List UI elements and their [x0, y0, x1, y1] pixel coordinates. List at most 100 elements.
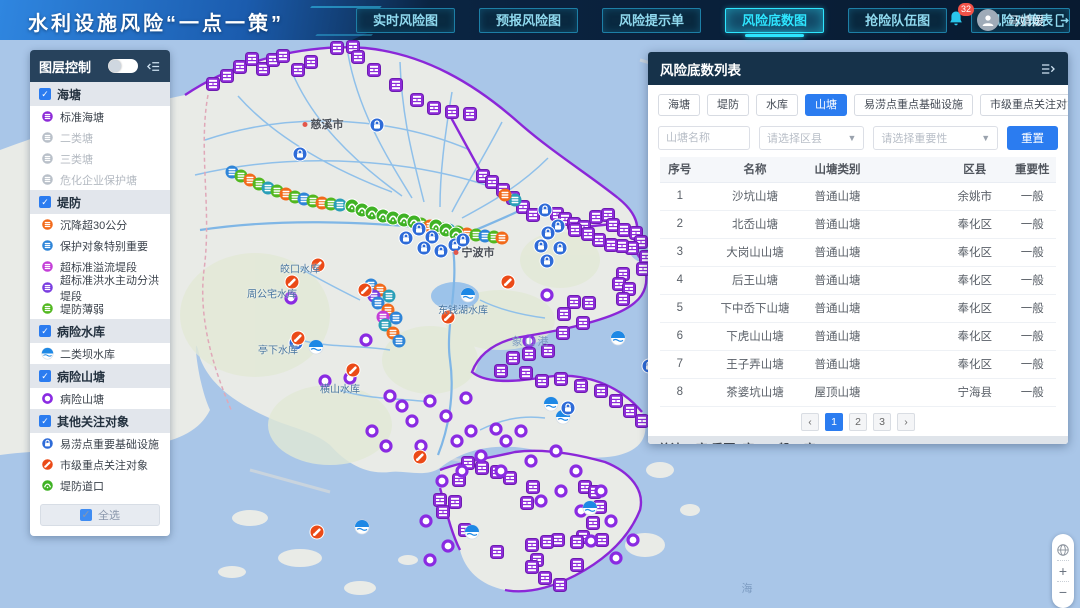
seawall-marker[interactable]	[539, 572, 552, 585]
city-focus-marker[interactable]	[310, 525, 324, 539]
pond-marker[interactable]	[551, 446, 561, 456]
seawall-marker[interactable]	[437, 506, 450, 519]
table-row[interactable]: 2北岙山塘普通山塘奉化区一般	[660, 210, 1056, 238]
pond-marker[interactable]	[416, 441, 426, 451]
pond-marker[interactable]	[320, 376, 330, 386]
layer-section-header[interactable]: ✓ 病险山塘	[30, 364, 170, 388]
reservoir-marker[interactable]	[544, 397, 558, 411]
zoom-in-button[interactable]: +	[1052, 561, 1074, 581]
reservoir-marker[interactable]	[583, 501, 597, 515]
checkbox-checked[interactable]: ✓	[39, 370, 51, 382]
city-focus-marker[interactable]	[413, 450, 427, 464]
seawall-marker[interactable]	[521, 497, 534, 510]
reservoir-marker[interactable]	[309, 340, 323, 354]
flood-point-marker[interactable]	[541, 226, 555, 240]
pond-marker[interactable]	[441, 411, 451, 421]
seawall-marker[interactable]	[331, 42, 344, 55]
layer-section-header[interactable]: ✓ 病险水库	[30, 319, 170, 343]
seawall-marker[interactable]	[520, 367, 533, 380]
seawall-marker[interactable]	[582, 228, 595, 241]
seawall-marker[interactable]	[234, 61, 247, 74]
importance-select[interactable]: 请选择重要性▼	[873, 126, 998, 150]
seawall-marker[interactable]	[541, 536, 554, 549]
seawall-marker[interactable]	[305, 56, 318, 69]
seawall-marker[interactable]	[571, 536, 584, 549]
seawall-marker[interactable]	[527, 481, 540, 494]
pond-marker[interactable]	[606, 516, 616, 526]
district-select[interactable]: 请选择区县▼	[759, 126, 864, 150]
layer-item[interactable]: 易涝点重要基础设施	[30, 433, 170, 454]
pond-marker[interactable]	[536, 496, 546, 506]
checkbox-checked[interactable]: ✓	[39, 415, 51, 427]
pond-marker[interactable]	[516, 426, 526, 436]
reservoir-marker[interactable]	[461, 288, 475, 302]
layer-item[interactable]: 堤防道口	[30, 475, 170, 496]
pond-marker[interactable]	[397, 401, 407, 411]
tab-水库[interactable]: 水库	[756, 94, 798, 116]
seawall-marker[interactable]	[605, 239, 618, 252]
flood-point-marker[interactable]	[417, 241, 431, 255]
nav-tab[interactable]: 风险提示单	[602, 8, 701, 33]
reservoir-marker[interactable]	[355, 520, 369, 534]
flood-point-marker[interactable]	[293, 147, 307, 161]
city-focus-marker[interactable]	[441, 310, 455, 324]
table-row[interactable]: 1沙坑山塘普通山塘余姚市一般	[660, 182, 1056, 210]
flood-point-marker[interactable]	[561, 401, 575, 415]
layer-item[interactable]: 病险山塘	[30, 388, 170, 409]
page-3[interactable]: 3	[873, 413, 891, 431]
levee-marker[interactable]	[496, 232, 509, 245]
pond-marker[interactable]	[586, 536, 596, 546]
layer-item[interactable]: 二类塘	[30, 127, 170, 148]
seawall-marker[interactable]	[411, 94, 424, 107]
city-focus-marker[interactable]	[291, 331, 305, 345]
checkbox-checked[interactable]: ✓	[39, 88, 51, 100]
pond-marker[interactable]	[596, 486, 606, 496]
seawall-marker[interactable]	[434, 494, 447, 507]
pond-marker[interactable]	[385, 391, 395, 401]
layer-item[interactable]: 三类塘	[30, 148, 170, 169]
city-focus-marker[interactable]	[358, 283, 372, 297]
layer-item[interactable]: 标准海塘	[30, 106, 170, 127]
city-focus-marker[interactable]	[311, 258, 325, 272]
tab-易涝点重点基础设施[interactable]: 易涝点重点基础设施	[854, 94, 973, 116]
reset-button[interactable]: 重置	[1007, 126, 1058, 150]
layer-item[interactable]: 超标准洪水主动分洪堤段	[30, 277, 170, 298]
seawall-marker[interactable]	[568, 296, 581, 309]
layer-item[interactable]: 沉降超30公分	[30, 214, 170, 235]
pond-marker[interactable]	[425, 555, 435, 565]
pond-marker[interactable]	[496, 466, 506, 476]
seawall-marker[interactable]	[583, 297, 596, 310]
seawall-marker[interactable]	[536, 375, 549, 388]
layer-item[interactable]: 保护对象特别重要	[30, 235, 170, 256]
layer-item[interactable]: 二类坝水库	[30, 343, 170, 364]
zoom-out-button[interactable]: −	[1052, 582, 1074, 602]
pond-marker[interactable]	[526, 456, 536, 466]
pond-marker[interactable]	[556, 486, 566, 496]
pond-marker[interactable]	[361, 335, 371, 345]
seawall-marker[interactable]	[507, 352, 520, 365]
seawall-marker[interactable]	[555, 373, 568, 386]
reservoir-marker[interactable]	[465, 525, 479, 539]
pond-marker[interactable]	[466, 426, 476, 436]
table-row[interactable]: 7王子弄山塘普通山塘奉化区一般	[660, 350, 1056, 378]
pond-marker[interactable]	[437, 476, 447, 486]
tab-市级重点关注对象[interactable]: 市级重点关注对象	[980, 94, 1068, 116]
flood-point-marker[interactable]	[538, 203, 552, 217]
tab-堤防[interactable]: 堤防	[707, 94, 749, 116]
seawall-marker[interactable]	[571, 559, 584, 572]
seawall-marker[interactable]	[523, 348, 536, 361]
table-row[interactable]: 3大岗山山塘普通山塘奉化区一般	[660, 238, 1056, 266]
pond-marker[interactable]	[381, 441, 391, 451]
table-row[interactable]: 4后王山塘普通山塘奉化区一般	[660, 266, 1056, 294]
seawall-marker[interactable]	[495, 365, 508, 378]
nav-tab[interactable]: 风险底数图	[725, 8, 824, 33]
collapse-right-icon[interactable]	[1040, 61, 1056, 77]
pond-name-input[interactable]	[658, 126, 750, 150]
page-1[interactable]: 1	[825, 413, 843, 431]
seawall-marker[interactable]	[464, 108, 477, 121]
flood-point-marker[interactable]	[553, 241, 567, 255]
seawall-marker[interactable]	[624, 405, 637, 418]
layer-item[interactable]: 市级重点关注对象	[30, 454, 170, 475]
seawall-marker[interactable]	[558, 308, 571, 321]
notification-bell-icon[interactable]: 32	[946, 9, 968, 31]
